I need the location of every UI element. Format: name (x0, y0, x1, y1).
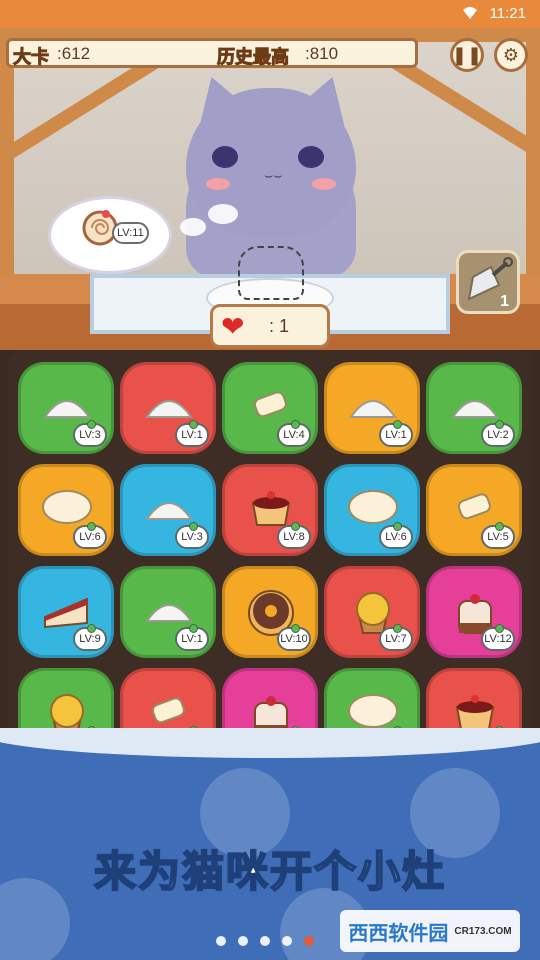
tile-level-badge: LV:9 (73, 624, 107, 651)
best-score-label: 历史最高 (217, 47, 290, 68)
tile-level-badge: LV:1 (379, 420, 413, 447)
tile-level-badge: LV:1 (175, 624, 209, 651)
order-level-badge: LV:11 (112, 222, 149, 244)
page-indicator (216, 936, 314, 946)
best-score-value: :810 (305, 44, 339, 63)
page-dot[interactable] (304, 936, 314, 946)
tile-level-badge: LV:12 (481, 624, 515, 651)
status-time: 11:21 (489, 5, 526, 22)
merge-board: LV:3 LV:1 LV:4 LV:1 LV:2 LV:6 LV:3 LV:8 LV:6 LV:5… (8, 350, 532, 760)
tile-level-badge: LV:3 (175, 522, 209, 549)
level-label: 大卡 (13, 47, 50, 68)
board-tile[interactable]: LV:3 (120, 464, 216, 556)
page-dot[interactable] (238, 936, 248, 946)
promo-slogan: 来为猫咪开个小灶 (93, 846, 446, 897)
kitchen-scene: ⌣⌣ LV:11 1 (0, 28, 540, 350)
shovel-count: 1 (500, 293, 509, 310)
gear-icon: ⚙ (502, 44, 520, 66)
board-tile[interactable]: LV:8 (222, 464, 318, 556)
board-tile[interactable]: LV:1 (324, 362, 420, 454)
tile-level-badge: LV:5 (481, 522, 515, 549)
board-tile[interactable]: LV:3 (18, 362, 114, 454)
tile-level-badge: LV:8 (277, 522, 311, 549)
score-bar: 大卡 :612 历史最高 :810 (6, 38, 418, 68)
page-dot[interactable] (216, 936, 226, 946)
board-tile[interactable]: LV:12 (426, 566, 522, 658)
tile-level-badge: LV:3 (73, 420, 107, 447)
pause-button[interactable]: ❚❚ (450, 38, 484, 72)
board-tile[interactable]: LV:6 (18, 464, 114, 556)
tile-level-badge: LV:6 (73, 522, 107, 549)
board-tile[interactable]: LV:4 (222, 362, 318, 454)
tile-level-badge: LV:2 (481, 420, 515, 447)
page-dot[interactable] (260, 936, 270, 946)
settings-button[interactable]: ⚙ (494, 38, 528, 72)
board-tile[interactable]: LV:1 (120, 362, 216, 454)
board-tile[interactable]: LV:2 (426, 362, 522, 454)
board-tile[interactable]: LV:6 (324, 464, 420, 556)
board-tile[interactable]: LV:5 (426, 464, 522, 556)
tile-level-badge: LV:7 (379, 624, 413, 651)
board-tile[interactable]: LV:10 (222, 566, 318, 658)
wifi-icon (462, 6, 478, 24)
pause-icon: ❚❚ (451, 44, 483, 66)
watermark-logo: 西西软件园 CR173.COM (340, 910, 520, 952)
page-dot[interactable] (282, 936, 292, 946)
board-tile[interactable]: LV:9 (18, 566, 114, 658)
tile-level-badge: LV:4 (277, 420, 311, 447)
tile-level-badge: LV:6 (379, 522, 413, 549)
board-tile[interactable]: LV:7 (324, 566, 420, 658)
hearts-count: : 1 (269, 316, 290, 336)
tile-level-badge: LV:1 (175, 420, 209, 447)
status-bar: 11:21 (0, 0, 540, 28)
drop-target-outline (238, 246, 304, 300)
shovel-button[interactable]: 1 (456, 250, 520, 314)
promo-banner: 来为猫咪开个小灶 西西软件园 CR173.COM (0, 728, 540, 960)
heart-icon: ❤ (221, 310, 245, 343)
hearts-counter: ❤ : 1 (210, 304, 330, 348)
board-tile[interactable]: LV:1 (120, 566, 216, 658)
tile-level-badge: LV:10 (277, 624, 311, 651)
level-value: :612 (57, 44, 91, 63)
